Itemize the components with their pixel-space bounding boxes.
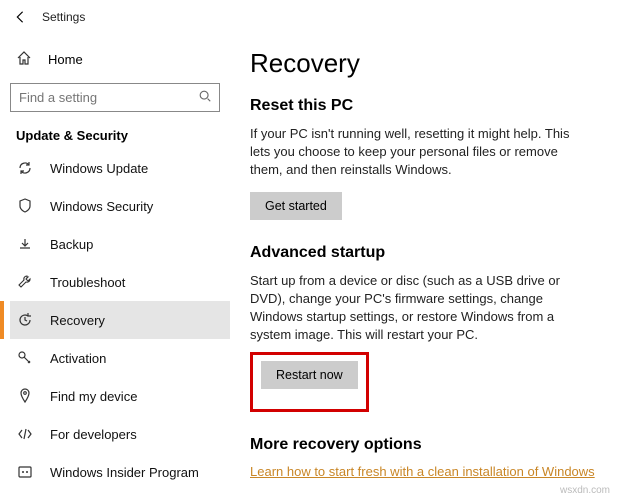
- insider-icon: [16, 463, 34, 481]
- sidebar-item-home[interactable]: Home: [10, 44, 230, 79]
- restart-highlight: Restart now: [250, 352, 369, 412]
- watermark: wsxdn.com: [560, 485, 610, 496]
- sidebar-item-find-my-device[interactable]: Find my device: [10, 377, 230, 415]
- recovery-icon: [16, 311, 34, 329]
- sidebar-item-activation[interactable]: Activation: [10, 339, 230, 377]
- sidebar-item-for-developers[interactable]: For developers: [10, 415, 230, 453]
- sidebar-item-windows-update[interactable]: Windows Update: [10, 149, 230, 187]
- home-icon: [16, 50, 32, 69]
- get-started-button[interactable]: Get started: [250, 192, 342, 220]
- wrench-icon: [16, 273, 34, 291]
- window-title: Settings: [42, 10, 85, 24]
- backup-icon: [16, 235, 34, 253]
- fresh-install-link[interactable]: Learn how to start fresh with a clean in…: [250, 464, 595, 479]
- sidebar-item-insider[interactable]: Windows Insider Program: [10, 453, 230, 491]
- more-recovery-section: More recovery options Learn how to start…: [250, 436, 600, 479]
- key-icon: [16, 349, 34, 367]
- sidebar-item-windows-security[interactable]: Windows Security: [10, 187, 230, 225]
- sidebar-item-label: Windows Update: [50, 161, 148, 176]
- shield-icon: [16, 197, 34, 215]
- reset-description: If your PC isn't running well, resetting…: [250, 125, 590, 180]
- home-label: Home: [48, 52, 83, 67]
- sidebar-item-backup[interactable]: Backup: [10, 225, 230, 263]
- page-title: Recovery: [250, 48, 600, 79]
- advanced-heading: Advanced startup: [250, 244, 600, 262]
- location-icon: [16, 387, 34, 405]
- sidebar-item-label: Windows Insider Program: [50, 465, 199, 480]
- sidebar-item-troubleshoot[interactable]: Troubleshoot: [10, 263, 230, 301]
- sidebar-item-label: Activation: [50, 351, 106, 366]
- restart-now-button[interactable]: Restart now: [261, 361, 358, 389]
- back-icon[interactable]: [12, 9, 28, 25]
- sidebar-item-label: Backup: [50, 237, 93, 252]
- reset-pc-section: Reset this PC If your PC isn't running w…: [250, 97, 600, 220]
- sidebar-item-label: Recovery: [50, 313, 105, 328]
- sidebar-item-label: Windows Security: [50, 199, 153, 214]
- sidebar-item-label: Find my device: [50, 389, 137, 404]
- advanced-description: Start up from a device or disc (such as …: [250, 272, 590, 345]
- sidebar: Home Update & Security Windows Update Wi…: [0, 34, 230, 500]
- advanced-startup-section: Advanced startup Start up from a device …: [250, 244, 600, 413]
- sync-icon: [16, 159, 34, 177]
- sidebar-item-label: For developers: [50, 427, 137, 442]
- more-heading: More recovery options: [250, 436, 600, 454]
- content-pane: Recovery Reset this PC If your PC isn't …: [230, 34, 618, 500]
- sidebar-item-recovery[interactable]: Recovery: [10, 301, 230, 339]
- search-input[interactable]: [10, 83, 220, 112]
- code-icon: [16, 425, 34, 443]
- sidebar-item-label: Troubleshoot: [50, 275, 125, 290]
- reset-heading: Reset this PC: [250, 97, 600, 115]
- sidebar-category: Update & Security: [10, 122, 230, 149]
- search-icon: [198, 89, 212, 106]
- search-box[interactable]: [10, 83, 220, 112]
